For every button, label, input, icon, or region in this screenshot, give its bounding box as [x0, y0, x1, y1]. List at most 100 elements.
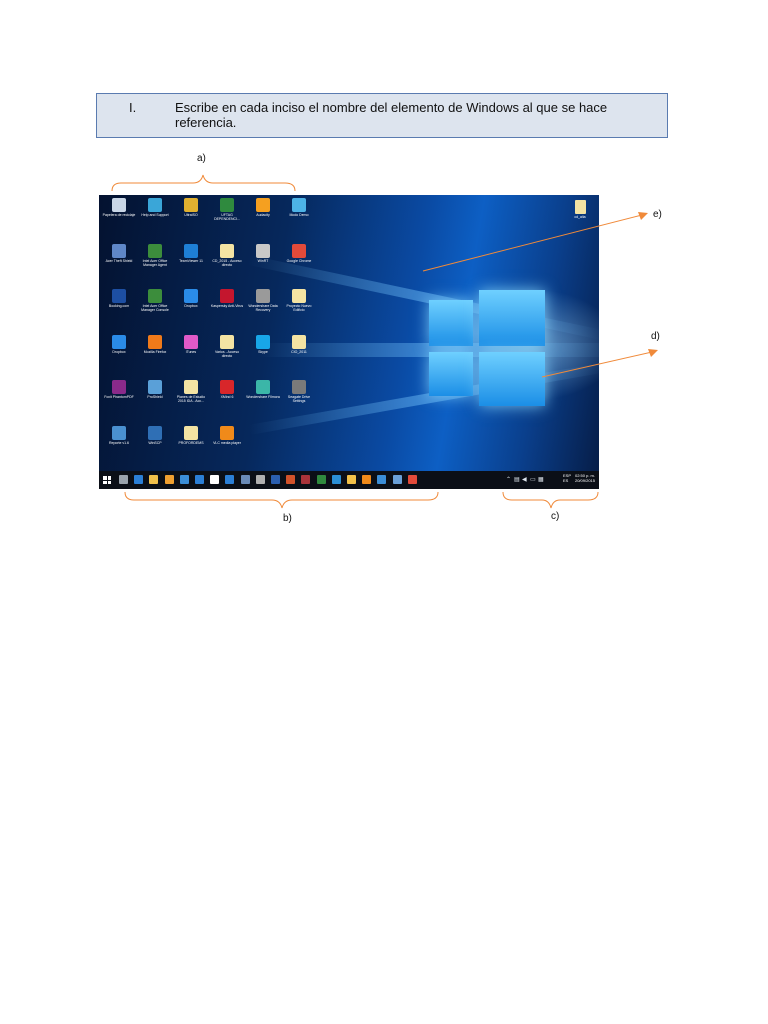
desktop-icon-label: PROFORDEMS [178, 440, 204, 445]
desktop-icon[interactable]: Wondershare Filmora [246, 380, 280, 424]
folder-icon[interactable] [347, 475, 356, 484]
app-icon[interactable] [392, 475, 402, 484]
powerpoint-icon[interactable] [286, 475, 296, 484]
battery-icon[interactable]: ▭ [530, 476, 536, 483]
app-icon[interactable] [255, 475, 265, 484]
desktop-icon[interactable]: Dropbox [102, 334, 136, 379]
desktop-icon-label: Skype [258, 349, 268, 354]
desktop-icon-label: iTunes [185, 349, 197, 354]
key-icon [256, 243, 270, 258]
label-a: a) [197, 153, 206, 164]
desktop-icon-label: Booking.com [108, 304, 130, 308]
desktop-icon-label: Proyecto Nuevo Edificio [286, 304, 312, 312]
taskbar: ⌃ ▤ ◀ ▭ ▦ ESP ES 02:50 p. m. 20/09/2015 [99, 471, 599, 489]
desktop-icon[interactable]: CD_2015 - Acceso directo [210, 243, 244, 288]
desktop-icon[interactable]: WinRT [246, 243, 280, 288]
instruction-text: Escribe en cada inciso el nombre del ele… [175, 100, 608, 130]
arrow-d [541, 349, 658, 378]
edge-icon[interactable] [134, 475, 144, 484]
desktop-icon[interactable]: VLC media player [210, 425, 244, 470]
home-icon[interactable] [210, 475, 220, 484]
vlc-icon [220, 425, 234, 440]
desktop-icon-label: Reporte v1.6 [108, 440, 130, 445]
shortcut-icon [220, 243, 234, 258]
flame-icon[interactable] [362, 475, 372, 484]
app-icon[interactable] [377, 475, 387, 484]
volume-icon[interactable]: ◀ [522, 476, 527, 483]
ie-icon[interactable] [331, 475, 341, 484]
language-indicator[interactable]: ESP ES [563, 473, 571, 483]
desktop-icon[interactable]: Intel Acer Office Manager Console [138, 289, 172, 333]
proshield-icon [148, 380, 162, 394]
desktop-icon-label: Wondershare Filmora [246, 395, 280, 399]
desktop-icon[interactable]: Foxit PhantomPDF [102, 380, 136, 424]
desktop-icon[interactable]: Wondershare Data Recovery [246, 289, 280, 333]
notification-icon[interactable]: ▦ [538, 476, 544, 483]
desktop-icon-label: Acer Theft Shield [105, 258, 133, 263]
app-icon[interactable] [240, 475, 250, 484]
audacity-icon [256, 198, 270, 212]
windows-icon [107, 480, 111, 484]
instruction-box: I. Escribe en cada inciso el nombre del … [96, 93, 668, 138]
desktop-icon-label: CD_2015 - Acceso directo [212, 258, 242, 267]
people-icon[interactable] [195, 475, 204, 484]
desktop-icon-label: Kaspersky Anti-Virus [210, 304, 244, 308]
desktop-icon-label: Papelera de reciclaje [102, 213, 136, 217]
desktop-icon[interactable]: Papelera de reciclaje [102, 198, 136, 242]
desktop-icon[interactable]: Booking.com [102, 289, 136, 333]
desktop-icon[interactable]: iTunes [174, 334, 208, 379]
network-icon[interactable]: ▤ [514, 476, 520, 483]
desktop-icon[interactable]: UFTAG DEPENDENCI... [210, 198, 244, 242]
desktop-icon[interactable]: WinSCP [138, 425, 172, 470]
desktop-icon[interactable]: Help and Support [138, 198, 172, 242]
app-icon[interactable] [225, 475, 235, 484]
desktop-icon[interactable]: Google Chrome [282, 243, 316, 288]
desktop-icon[interactable]: ProShield [138, 380, 172, 424]
desktop-icon[interactable]: Modo Demo [282, 198, 316, 242]
chevron-up-icon[interactable]: ⌃ [506, 476, 511, 483]
label-d: d) [651, 331, 660, 342]
start-button[interactable] [103, 476, 111, 484]
desktop-icon[interactable]: Mozilla Firefox [138, 334, 172, 379]
excel-icon [220, 198, 234, 212]
desktop-icon[interactable]: Audacity [246, 198, 280, 242]
desktop-icon-label: Help and Support [141, 213, 169, 217]
desktop-icon[interactable]: CIO_2011 [282, 334, 316, 379]
mail-icon[interactable] [179, 475, 189, 484]
desktop-icon[interactable]: Planes de Estudio 2015 IDA - Acc... [174, 380, 208, 424]
shortcut-icon [184, 425, 198, 440]
excel-icon[interactable] [316, 475, 326, 484]
desktop-icon[interactable]: PROFORDEMS [174, 425, 208, 470]
itunes-icon [184, 334, 198, 349]
desktop-icon[interactable]: XMind 6 [210, 380, 244, 424]
kaspersky-icon [220, 289, 234, 303]
task-view-icon[interactable] [119, 475, 128, 484]
chrome-icon [292, 243, 306, 258]
booking-icon [112, 289, 126, 303]
word-icon[interactable] [271, 475, 280, 484]
desktop-icon[interactable]: Reporte v1.6 [102, 425, 136, 470]
desktop-icon[interactable]: Skype [246, 334, 280, 379]
desktop-icon-label: Foxit PhantomPDF [104, 395, 134, 399]
desktop-icon[interactable]: Proyecto Nuevo Edificio [282, 289, 316, 333]
desktop-icon[interactable]: Intel Acer Office Manager Agent [138, 243, 172, 288]
desktop-icon[interactable]: Varios - Acceso directo [210, 334, 244, 379]
access-icon[interactable] [301, 475, 311, 484]
windows-logo [429, 290, 549, 410]
desktop-icon[interactable]: Dropbox [174, 289, 208, 333]
chrome-icon[interactable] [407, 475, 417, 484]
explorer-icon[interactable] [149, 475, 159, 484]
skype-icon [256, 334, 270, 349]
desktop-icon[interactable]: TeamViewer 11 [174, 243, 208, 288]
clock[interactable]: 02:50 p. m. 20/09/2015 [575, 473, 595, 483]
windows-icon [107, 476, 111, 480]
desktop-icon[interactable]: Acer Theft Shield [102, 243, 136, 288]
report-icon [112, 425, 126, 440]
store-icon[interactable] [164, 475, 174, 484]
desktop-icon[interactable]: Kaspersky Anti-Virus [210, 289, 244, 333]
desktop-icon[interactable]: UltraISO [174, 198, 208, 242]
pdf-icon [112, 380, 126, 394]
desktop-icon[interactable]: Seagate Drive Settings [282, 380, 316, 424]
desktop-icon-label: ProShield [147, 395, 163, 399]
logo-pane [479, 352, 545, 406]
